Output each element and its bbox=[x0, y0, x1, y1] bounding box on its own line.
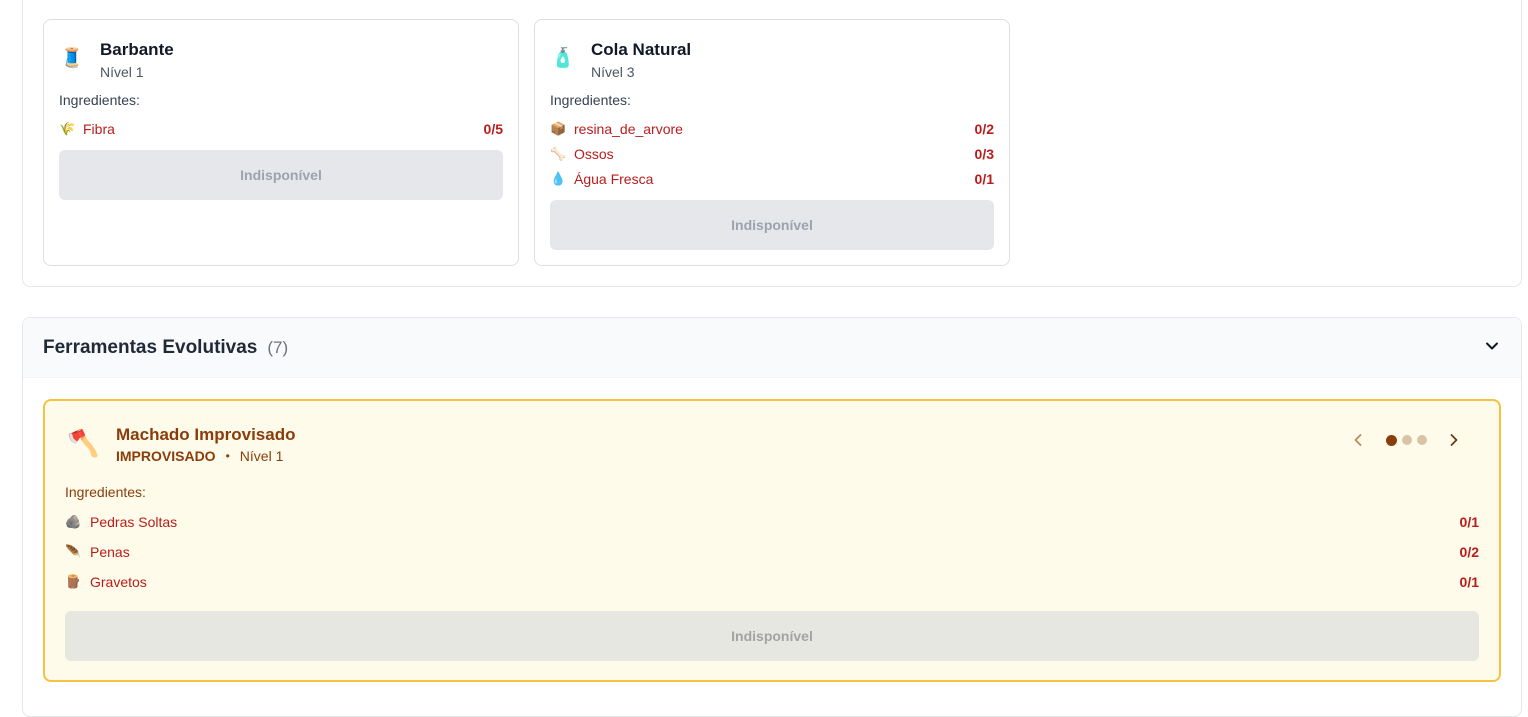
previous-button[interactable] bbox=[1349, 431, 1367, 449]
ingredient-row: 🦴 Ossos 0/3 bbox=[550, 141, 994, 166]
card-header: 🧴 Cola Natural Nível 3 bbox=[551, 40, 691, 82]
ingredients-list: 📦 resina_de_arvore 0/2 🦴 Ossos 0/3 💧 Águ… bbox=[550, 116, 994, 191]
tier-pager bbox=[1349, 431, 1463, 449]
pager-dot[interactable] bbox=[1416, 435, 1427, 445]
pager-dot[interactable] bbox=[1401, 435, 1412, 445]
ingredient-name: Pedras Soltas bbox=[90, 514, 178, 530]
recipe-card-barbante: 🧵 Barbante Nível 1 Ingredientes: 🌾 Fibra… bbox=[43, 19, 519, 266]
ingredient-count: 0/1 bbox=[1459, 574, 1479, 590]
rock-icon: 🪨 bbox=[65, 514, 82, 529]
thread-icon: 🧵 bbox=[60, 48, 84, 69]
ingredient-count: 0/1 bbox=[1459, 514, 1479, 530]
ingredient-row: 🪵 Gravetos 0/1 bbox=[65, 567, 1479, 597]
tool-tier: IMPROVISADO bbox=[116, 448, 216, 464]
ingredient-name: Penas bbox=[90, 544, 130, 560]
card-title: Barbante bbox=[100, 40, 174, 59]
wood-icon: 🪵 bbox=[65, 574, 82, 589]
ingredients-label: Ingredientes: bbox=[550, 92, 631, 108]
tool-card-machado-improvisado: 🪓 Machado Improvisado IMPROVISADO • Níve… bbox=[43, 399, 1501, 682]
card-level: Nível 1 bbox=[100, 64, 144, 80]
ingredient-name: Água Fresca bbox=[574, 170, 654, 187]
ingredient-row: 🪨 Pedras Soltas 0/1 bbox=[65, 507, 1479, 537]
ingredient-name: Ossos bbox=[574, 145, 614, 162]
ingredient-count: 0/1 bbox=[974, 170, 994, 187]
axe-icon: 🪓 bbox=[67, 428, 100, 458]
ingredients-list: 🪨 Pedras Soltas 0/1 🪶 Penas 0/2 🪵 Gravet… bbox=[65, 507, 1479, 597]
ingredient-count: 0/3 bbox=[974, 145, 994, 162]
ingredient-count: 0/2 bbox=[974, 120, 994, 137]
box-icon: 📦 bbox=[550, 120, 567, 136]
ingredient-name: Fibra bbox=[83, 120, 115, 137]
tool-level: Nível 1 bbox=[239, 448, 284, 464]
ingredient-name: Gravetos bbox=[90, 574, 147, 590]
ingredient-count: 0/2 bbox=[1459, 544, 1479, 560]
tool-title: Machado Improvisado bbox=[116, 425, 296, 444]
ingredient-row: 💧 Água Fresca 0/1 bbox=[550, 166, 994, 191]
ingredients-list: 🌾 Fibra 0/5 bbox=[59, 116, 503, 141]
section-count: (7) bbox=[267, 337, 289, 357]
evolutive-tools-panel: Ferramentas Evolutivas (7) 🪓 Machado Imp… bbox=[22, 317, 1522, 717]
tool-subtitle: IMPROVISADO • Nível 1 bbox=[116, 448, 283, 464]
ingredient-count: 0/5 bbox=[483, 120, 503, 137]
craft-button-disabled[interactable]: Indisponível bbox=[65, 611, 1479, 661]
chevron-right-icon bbox=[1450, 434, 1458, 446]
bone-icon: 🦴 bbox=[550, 145, 567, 161]
next-button[interactable] bbox=[1445, 431, 1463, 449]
chevron-down-icon[interactable] bbox=[1485, 339, 1499, 353]
pager-dot-active[interactable] bbox=[1385, 434, 1397, 446]
section-title: Ferramentas Evolutivas bbox=[43, 336, 258, 358]
tools-section-header[interactable]: Ferramentas Evolutivas (7) bbox=[23, 318, 1521, 378]
separator-dot: • bbox=[225, 449, 230, 463]
ingredients-label: Ingredientes: bbox=[59, 92, 140, 108]
recipe-card-cola-natural: 🧴 Cola Natural Nível 3 Ingredientes: 📦 r… bbox=[534, 19, 1010, 266]
chevron-left-icon bbox=[1354, 434, 1362, 446]
droplet-icon: 💧 bbox=[550, 170, 567, 186]
ingredient-row: 🌾 Fibra 0/5 bbox=[59, 116, 503, 141]
ingredients-label: Ingredientes: bbox=[65, 484, 146, 500]
card-header: 🧵 Barbante Nível 1 bbox=[60, 40, 174, 82]
lotion-bottle-icon: 🧴 bbox=[551, 48, 575, 69]
ingredient-name: resina_de_arvore bbox=[574, 120, 683, 137]
feather-icon: 🪶 bbox=[65, 544, 82, 559]
ingredient-row: 🪶 Penas 0/2 bbox=[65, 537, 1479, 567]
card-title: Cola Natural bbox=[591, 40, 692, 59]
pager-dots bbox=[1383, 434, 1429, 446]
craft-button-disabled[interactable]: Indisponível bbox=[550, 200, 994, 250]
card-level: Nível 3 bbox=[591, 64, 635, 80]
ingredient-row: 📦 resina_de_arvore 0/2 bbox=[550, 116, 994, 141]
craft-button-disabled[interactable]: Indisponível bbox=[59, 150, 503, 200]
fiber-icon: 🌾 bbox=[59, 120, 76, 136]
